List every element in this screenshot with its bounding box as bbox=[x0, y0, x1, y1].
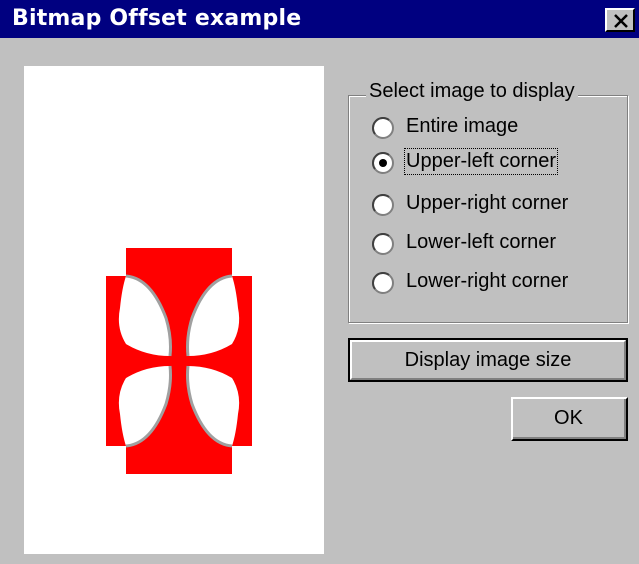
display-image-size-label: Display image size bbox=[350, 340, 626, 380]
display-image-size-button[interactable]: Display image size bbox=[348, 338, 628, 382]
radio-label: Upper-left corner bbox=[403, 148, 559, 175]
radio-label: Entire image bbox=[406, 115, 519, 137]
image-preview bbox=[24, 66, 324, 554]
radio-button-icon bbox=[372, 194, 394, 216]
radio-label: Upper-right corner bbox=[406, 192, 569, 214]
red-cross-pattee-icon bbox=[106, 248, 252, 474]
radio-label: Lower-left corner bbox=[406, 231, 557, 253]
group-label: Select image to display bbox=[366, 80, 578, 103]
radio-label: Lower-right corner bbox=[406, 270, 569, 292]
radio-button-selected-icon bbox=[372, 152, 394, 174]
window-title: Bitmap Offset example bbox=[12, 6, 302, 31]
ok-label: OK bbox=[513, 399, 626, 439]
radio-button-icon bbox=[372, 233, 394, 255]
ok-button[interactable]: OK bbox=[511, 397, 628, 441]
close-button[interactable] bbox=[605, 8, 635, 32]
title-bar: Bitmap Offset example bbox=[0, 0, 639, 38]
radio-button-icon bbox=[372, 117, 394, 139]
radio-button-icon bbox=[372, 272, 394, 294]
close-icon bbox=[614, 14, 628, 28]
